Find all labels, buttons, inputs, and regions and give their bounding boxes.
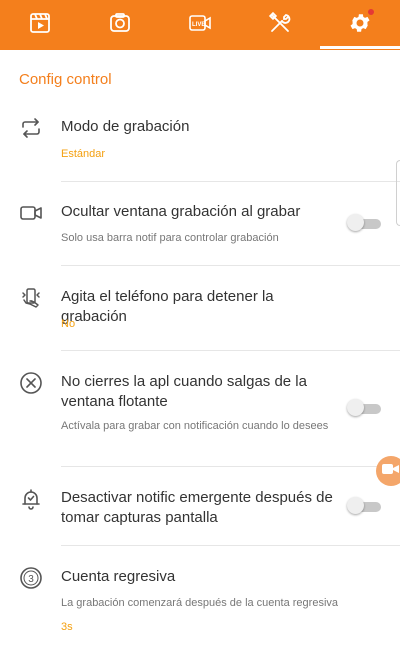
setting-title: Modo de grabación	[61, 118, 190, 135]
camera-icon	[108, 11, 132, 40]
tab-videos[interactable]	[0, 0, 80, 50]
top-tab-bar: LIVE	[0, 0, 400, 50]
divider	[61, 545, 400, 546]
bell-off-icon	[19, 487, 43, 511]
setting-title: Agita el teléfono para detener la grabac…	[61, 288, 274, 325]
setting-subtitle: Solo usa barra notif para controlar grab…	[61, 232, 279, 244]
keep-app-toggle[interactable]	[347, 399, 381, 416]
toggle-knob	[347, 214, 364, 231]
divider	[61, 181, 400, 182]
setting-subtitle: Actívala para grabar con notificación cu…	[61, 420, 329, 432]
video-library-icon	[28, 11, 52, 40]
divider	[61, 466, 400, 467]
toggle-knob	[347, 399, 364, 416]
section-title: Config control	[19, 71, 112, 88]
setting-title: No cierres la apl cuando salgas de la ve…	[61, 373, 307, 410]
setting-subtitle: La grabación comenzará después de la cue…	[61, 597, 339, 609]
countdown-icon: 3	[19, 566, 43, 590]
svg-text:LIVE: LIVE	[192, 22, 205, 28]
setting-title: Cuenta regresiva	[61, 568, 176, 585]
floating-record-button[interactable]	[376, 456, 400, 486]
disable-popup-toggle[interactable]	[347, 497, 381, 514]
repeat-icon	[19, 116, 43, 140]
setting-title: Desactivar notific emergente después de …	[61, 489, 333, 526]
shake-phone-icon	[19, 286, 43, 310]
record-camera-icon	[382, 462, 400, 481]
tab-screenshots[interactable]	[80, 0, 160, 50]
setting-value: 3s	[61, 621, 73, 633]
setting-value: Estándar	[61, 148, 106, 160]
hide-window-toggle[interactable]	[347, 214, 381, 231]
edge-panel-handle[interactable]	[396, 160, 400, 226]
divider	[61, 265, 400, 266]
active-tab-indicator	[320, 46, 400, 49]
toggle-knob	[347, 497, 364, 514]
live-icon: LIVE	[188, 11, 212, 40]
tools-icon	[268, 11, 292, 40]
divider	[61, 350, 400, 351]
gear-icon	[348, 11, 372, 40]
tab-settings[interactable]	[320, 0, 400, 50]
close-circle-icon	[19, 371, 43, 395]
setting-title: Ocultar ventana grabación al grabar	[61, 203, 301, 220]
tab-live[interactable]: LIVE	[160, 0, 240, 50]
svg-text:3: 3	[28, 574, 34, 585]
setting-value: No	[61, 318, 76, 330]
tab-tools[interactable]	[240, 0, 320, 50]
notification-badge	[368, 9, 374, 15]
video-camera-icon	[19, 201, 43, 225]
